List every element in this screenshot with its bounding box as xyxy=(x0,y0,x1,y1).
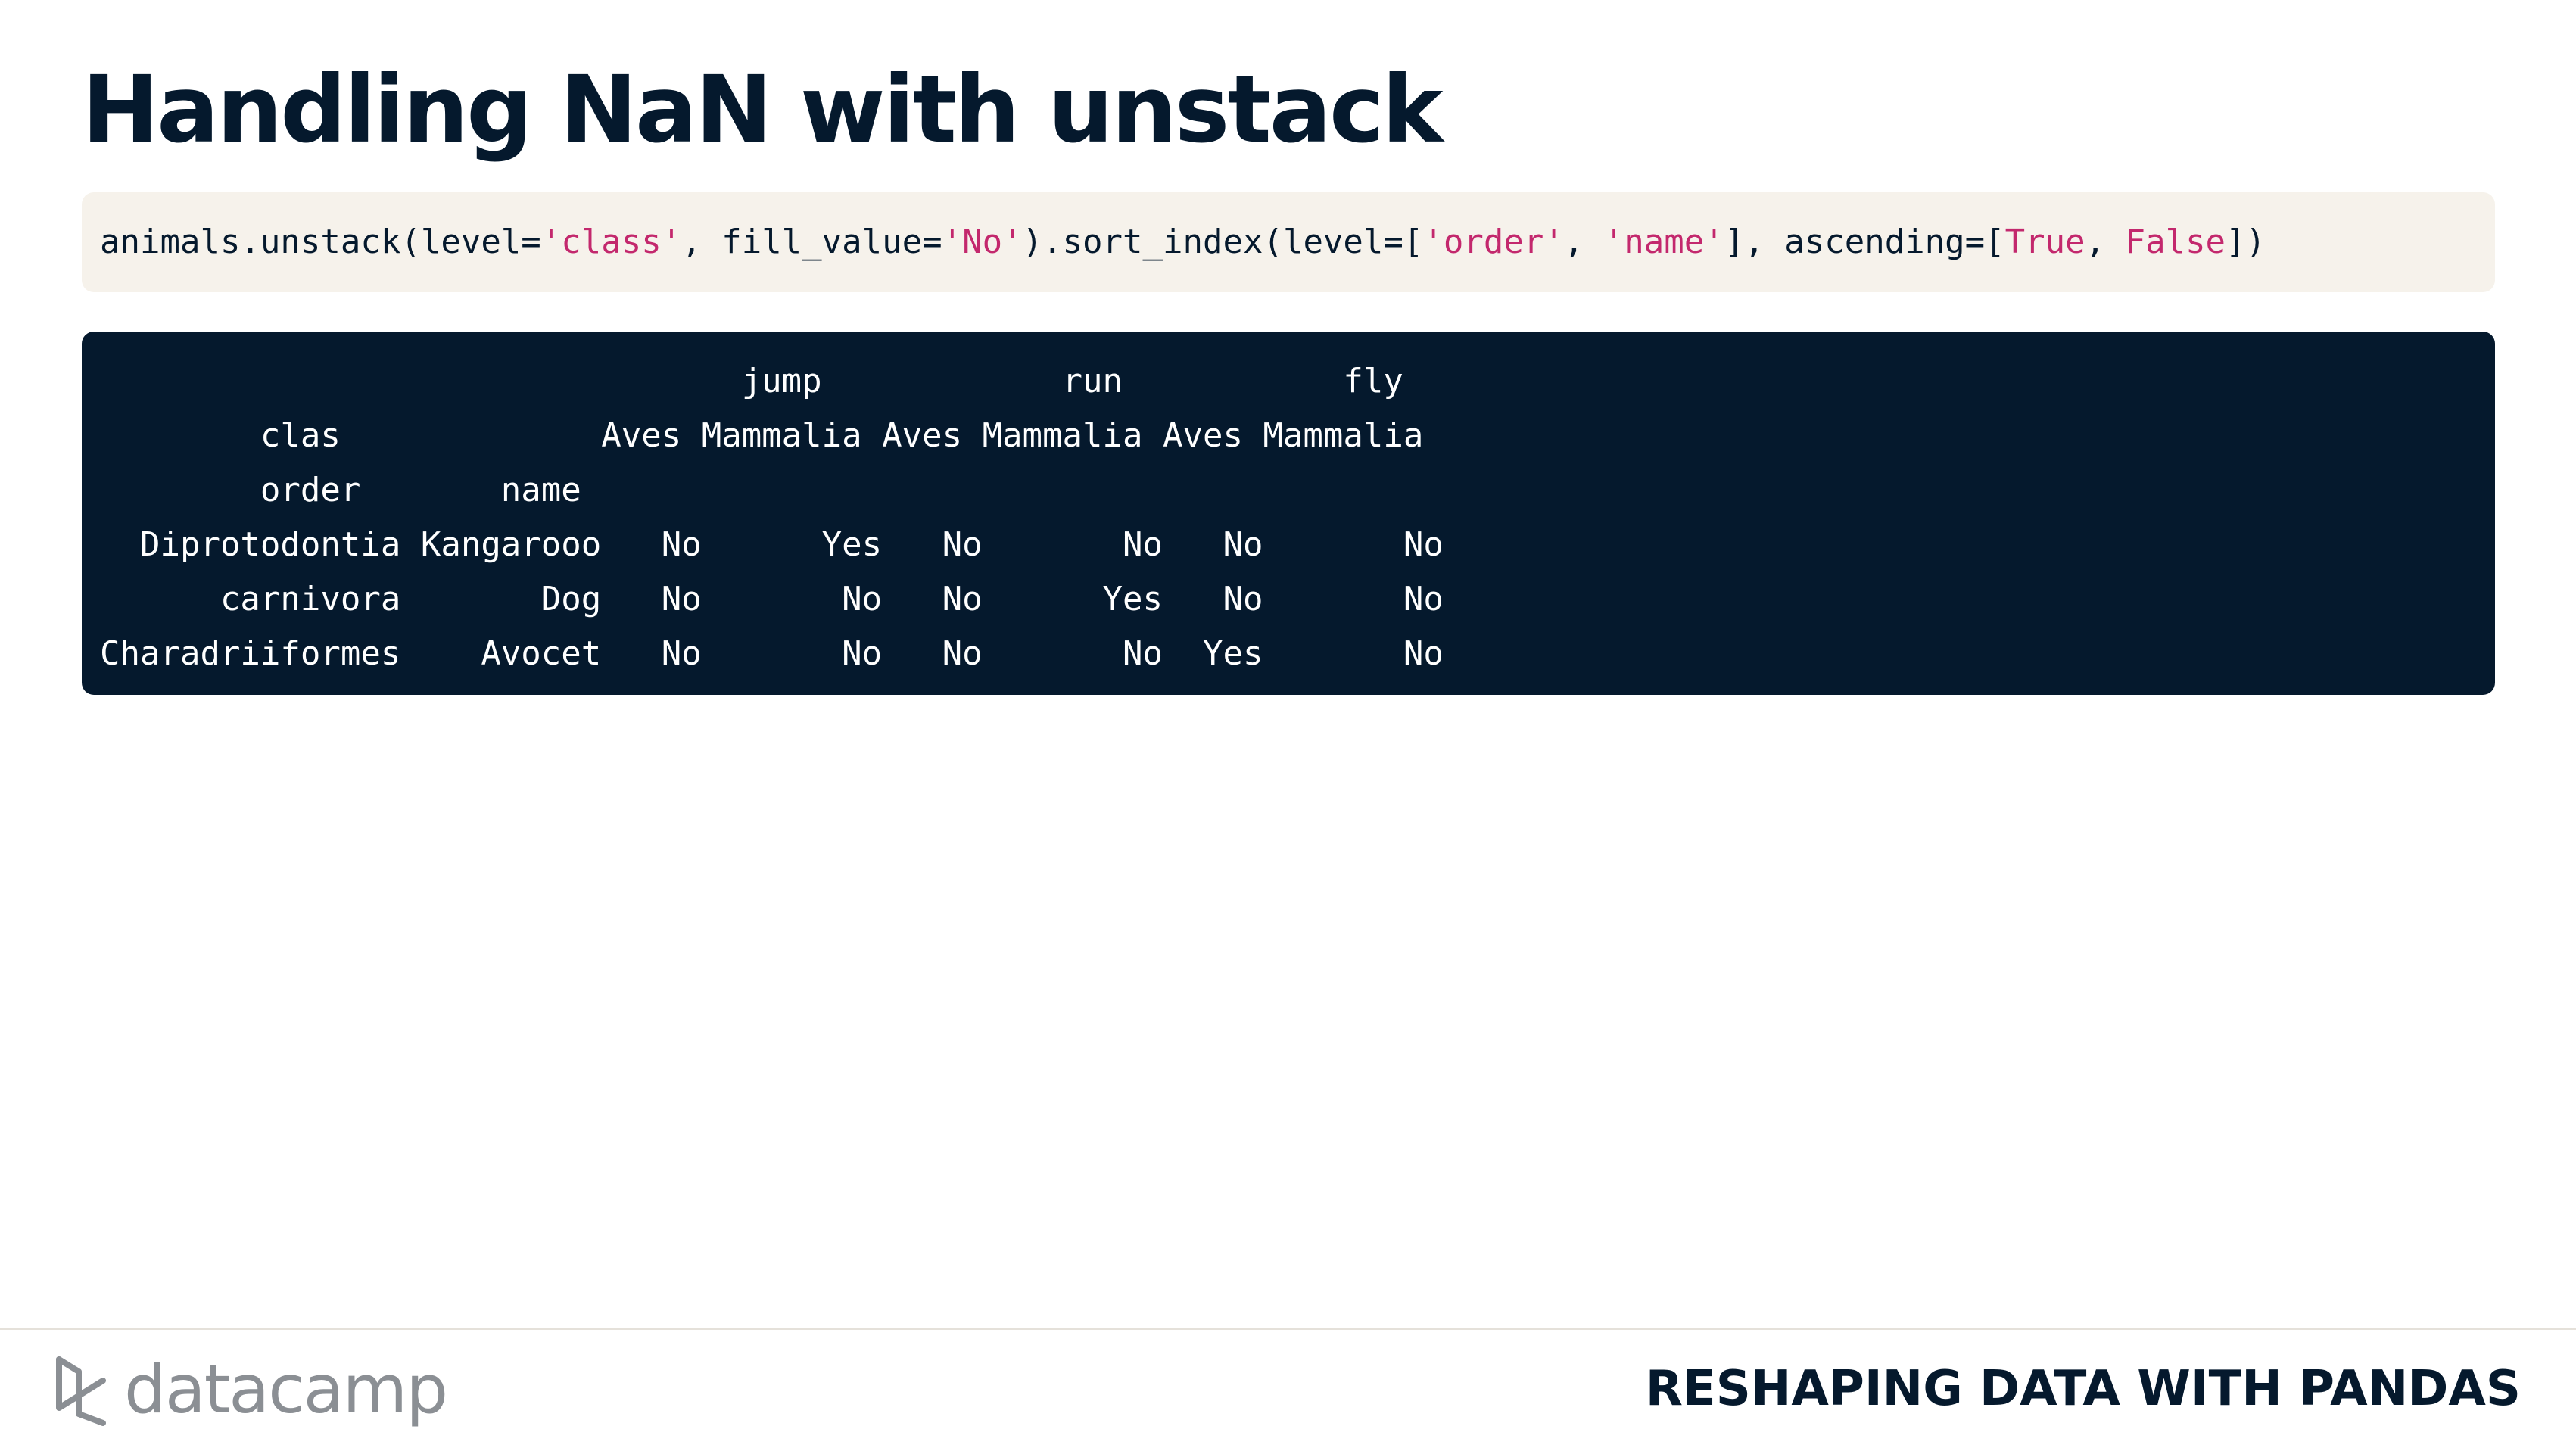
output-line: Charadriiformes Avocet No No No No Yes N… xyxy=(100,634,1444,673)
code-text: , fill_value= xyxy=(681,223,942,261)
code-text: ]) xyxy=(2226,223,2266,261)
code-string: 'class' xyxy=(540,223,682,261)
code-text: , xyxy=(1563,223,1604,261)
code-text: , xyxy=(2085,223,2126,261)
code-keyword: False xyxy=(2125,223,2226,261)
code-string: 'order' xyxy=(1423,223,1564,261)
slide-title: Handling NaN with unstack xyxy=(82,56,1444,163)
output-line: jump run fly xyxy=(100,362,1403,400)
code-text: animals.unstack(level= xyxy=(100,223,541,261)
course-title: RESHAPING DATA WITH PANDAS xyxy=(1645,1361,2521,1417)
footer-divider xyxy=(0,1328,2576,1330)
code-input-block: animals.unstack(level='class', fill_valu… xyxy=(82,192,2495,292)
code-output-block: jump run fly clas Aves Mammalia Aves Mam… xyxy=(82,332,2495,695)
datacamp-logo-text: datacamp xyxy=(124,1350,448,1428)
output-line: order name xyxy=(100,471,581,509)
output-line: Diprotodontia Kangarooo No Yes No No No … xyxy=(100,525,1444,564)
code-string: 'name' xyxy=(1603,223,1724,261)
datacamp-logo-icon xyxy=(56,1356,106,1426)
code-text: ], ascending=[ xyxy=(1724,223,2005,261)
datacamp-logo: datacamp xyxy=(53,1350,448,1428)
output-line: carnivora Dog No No No Yes No No xyxy=(100,580,1444,618)
code-text: ).sort_index(level=[ xyxy=(1022,223,1424,261)
code-keyword: True xyxy=(2004,223,2085,261)
output-line: clas Aves Mammalia Aves Mammalia Aves Ma… xyxy=(100,416,1424,455)
code-string: 'No' xyxy=(942,223,1023,261)
